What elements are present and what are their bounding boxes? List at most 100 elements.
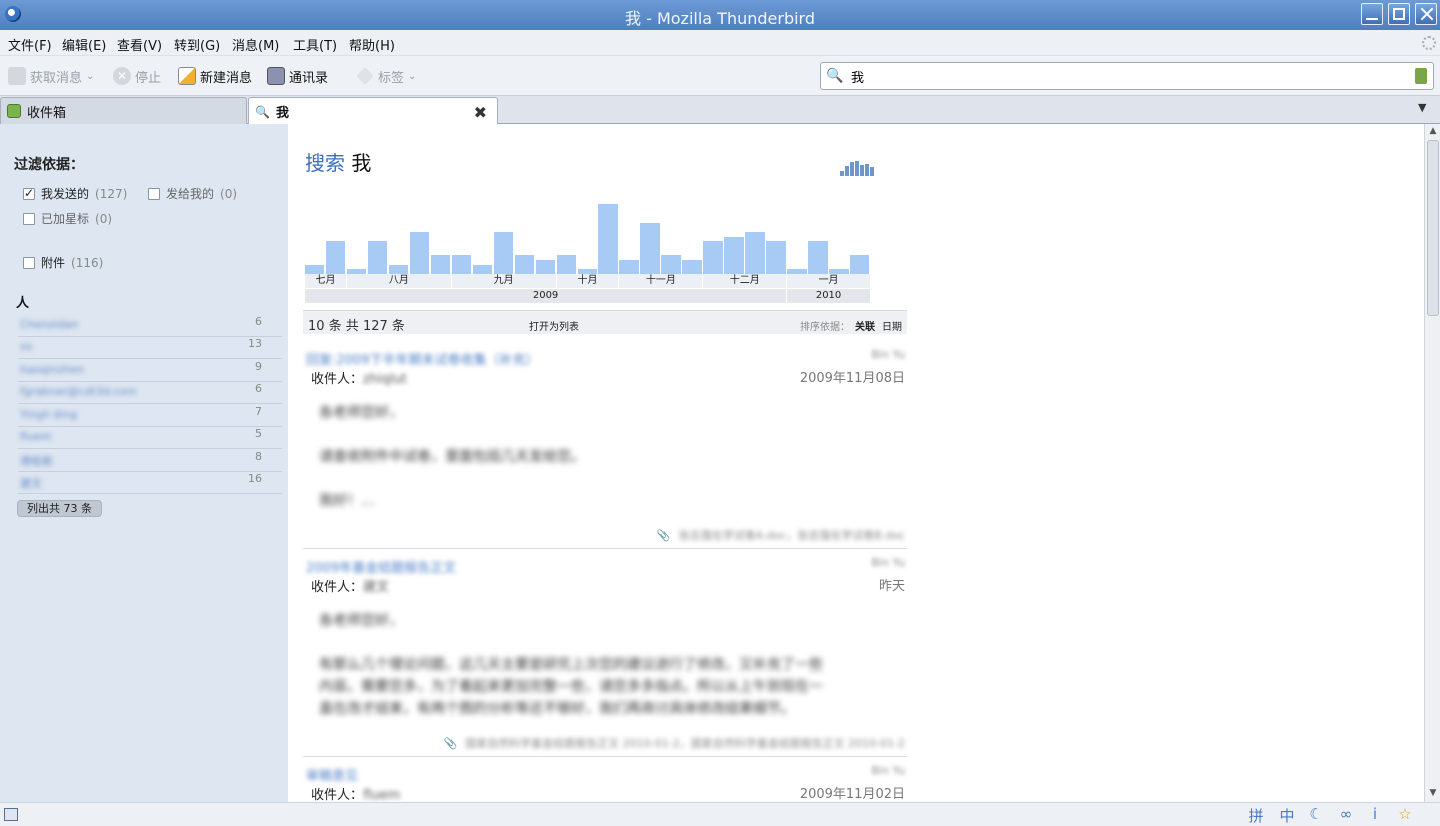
timeline-histogram[interactable]	[305, 200, 871, 274]
filter-sent-to-me[interactable]: 发给我的 (0)	[148, 185, 237, 202]
histogram-bar[interactable]	[409, 232, 430, 274]
new-message-button[interactable]: 新建消息	[178, 66, 252, 86]
person-row[interactable]: fluem 5	[18, 427, 282, 449]
filter-attachments[interactable]: 附件 (116)	[23, 254, 103, 271]
person-row[interactable]: Yingli ding 7	[18, 405, 282, 427]
year-label[interactable]: 2009	[305, 289, 788, 303]
histogram-bar[interactable]	[850, 255, 870, 274]
histogram-bar[interactable]	[556, 255, 576, 274]
checkbox[interactable]	[23, 256, 35, 269]
ime-pinyin-icon[interactable]: 拼	[1246, 805, 1266, 825]
histogram-bar[interactable]	[430, 255, 451, 274]
month-label[interactable]: 十一月	[619, 274, 704, 288]
sort-date-link[interactable]: 日期	[882, 318, 902, 333]
timeline-toggle-icon[interactable]	[840, 160, 884, 176]
ime-info-icon[interactable]: i	[1365, 805, 1385, 825]
message-subject[interactable]: 回复:2009下半年期末试卷收集（补充）	[306, 349, 538, 368]
year-label[interactable]: 2010	[787, 289, 871, 303]
star-icon[interactable]: ☆	[1395, 805, 1415, 825]
histogram-bar[interactable]	[619, 260, 639, 274]
person-name[interactable]: Yingli ding	[20, 408, 77, 421]
histogram-bar[interactable]	[388, 264, 409, 274]
histogram-bar[interactable]	[766, 241, 786, 274]
histogram-bar[interactable]	[724, 236, 744, 274]
close-button[interactable]	[1415, 3, 1437, 25]
message-subject[interactable]: 2009年基金结题报告正文	[306, 557, 456, 576]
search-box[interactable]: 🔍	[820, 62, 1434, 90]
get-mail-button[interactable]: 获取消息 ⌄	[8, 66, 94, 86]
person-name[interactable]: 建文	[20, 475, 42, 491]
person-name[interactable]: fluem	[20, 430, 51, 443]
person-row[interactable]: 建文 16	[18, 472, 282, 494]
month-label[interactable]: 十月	[556, 274, 620, 288]
tab-inbox[interactable]: 收件箱	[0, 97, 247, 124]
month-label[interactable]: 一月	[787, 274, 871, 288]
ime-chinese-icon[interactable]: 中	[1277, 805, 1297, 825]
histogram-bar[interactable]	[535, 260, 556, 274]
person-row[interactable]: Chenzidan 6	[18, 315, 282, 337]
search-input[interactable]	[851, 67, 1391, 85]
address-book-button[interactable]: 通讯录	[267, 66, 328, 86]
ime-punct-icon[interactable]: ∞	[1336, 805, 1356, 825]
online-status-icon[interactable]	[4, 808, 18, 821]
message-item[interactable]: 2009年基金结题报告正文 Bin Yu 收件人：建文 昨天 各老师您好， 有那…	[303, 556, 907, 757]
close-tab-icon[interactable]: ✖	[474, 103, 487, 122]
message-subject[interactable]: 审稿意见	[306, 765, 358, 784]
tab-search[interactable]: 🔍 我 ✖	[248, 97, 498, 125]
open-as-list-link[interactable]: 打开为列表	[529, 318, 579, 333]
histogram-bar[interactable]	[640, 222, 660, 274]
sort-relevance-link[interactable]: 关联	[855, 318, 875, 333]
maximize-button[interactable]	[1388, 3, 1410, 25]
person-name[interactable]: fgrabner@cdt3d.com	[20, 385, 137, 398]
checkbox[interactable]	[148, 187, 160, 200]
histogram-bar[interactable]	[682, 260, 702, 274]
stop-button[interactable]: ✕ 停止	[113, 66, 161, 86]
filter-sent-by-me[interactable]: 我发送的 (127)	[23, 185, 127, 202]
vertical-scrollbar[interactable]: ▲ ▼	[1424, 124, 1440, 802]
month-label[interactable]: 八月	[346, 274, 452, 288]
month-label[interactable]: 七月	[305, 274, 347, 288]
histogram-bar[interactable]	[305, 264, 325, 274]
checkbox[interactable]	[23, 212, 35, 225]
menu-go[interactable]: 转到(G)	[174, 35, 220, 54]
menu-edit[interactable]: 编辑(E)	[62, 35, 106, 54]
histogram-bar[interactable]	[661, 255, 681, 274]
histogram-bar[interactable]	[451, 255, 472, 274]
histogram-bar[interactable]	[325, 241, 346, 274]
menu-help[interactable]: 帮助(H)	[349, 35, 395, 54]
menu-view[interactable]: 查看(V)	[117, 35, 162, 54]
person-name[interactable]: Chenzidan	[20, 318, 78, 331]
histogram-bar[interactable]	[808, 241, 828, 274]
month-label[interactable]: 十二月	[703, 274, 788, 288]
scroll-up-icon[interactable]: ▲	[1427, 126, 1439, 138]
minimize-button[interactable]	[1361, 3, 1383, 25]
message-item[interactable]: 审稿意见 Bin Yu 收件人：fluem 2009年11月02日	[303, 764, 907, 803]
checkbox[interactable]	[23, 186, 35, 200]
person-row[interactable]: fgrabner@cdt3d.com 6	[18, 382, 282, 404]
menu-message[interactable]: 消息(M)	[232, 35, 279, 54]
histogram-bar[interactable]	[367, 241, 388, 274]
search-icon[interactable]: 🔍	[826, 68, 844, 84]
chevron-down-icon[interactable]: ⌄	[86, 71, 94, 82]
tags-button[interactable]: 标签 ⌄	[356, 66, 416, 86]
person-name[interactable]: haoqinzhen	[20, 363, 84, 376]
histogram-bar[interactable]	[745, 232, 765, 274]
scroll-down-icon[interactable]: ▼	[1427, 788, 1439, 800]
tab-list-chevron-icon[interactable]: ▼	[1418, 101, 1426, 114]
person-row[interactable]: 傅桂新 8	[18, 450, 282, 472]
person-row[interactable]: haoqinzhen 9	[18, 360, 282, 382]
menu-file[interactable]: 文件(F)	[8, 35, 52, 54]
histogram-bar[interactable]	[514, 255, 535, 274]
histogram-bar[interactable]	[598, 204, 618, 274]
person-name[interactable]: xs	[20, 340, 32, 353]
menu-tools[interactable]: 工具(T)	[293, 35, 337, 54]
histogram-bar[interactable]	[493, 232, 514, 274]
person-name[interactable]: 傅桂新	[20, 453, 53, 469]
histogram-bar[interactable]	[472, 264, 493, 274]
person-row[interactable]: xs 13	[18, 337, 282, 359]
month-label[interactable]: 九月	[451, 274, 557, 288]
scroll-thumb[interactable]	[1427, 140, 1439, 316]
show-all-button[interactable]: 列出共 73 条	[17, 500, 102, 517]
filter-starred[interactable]: 已加星标 (0)	[23, 210, 112, 227]
ime-moon-icon[interactable]: ☾	[1306, 805, 1326, 825]
